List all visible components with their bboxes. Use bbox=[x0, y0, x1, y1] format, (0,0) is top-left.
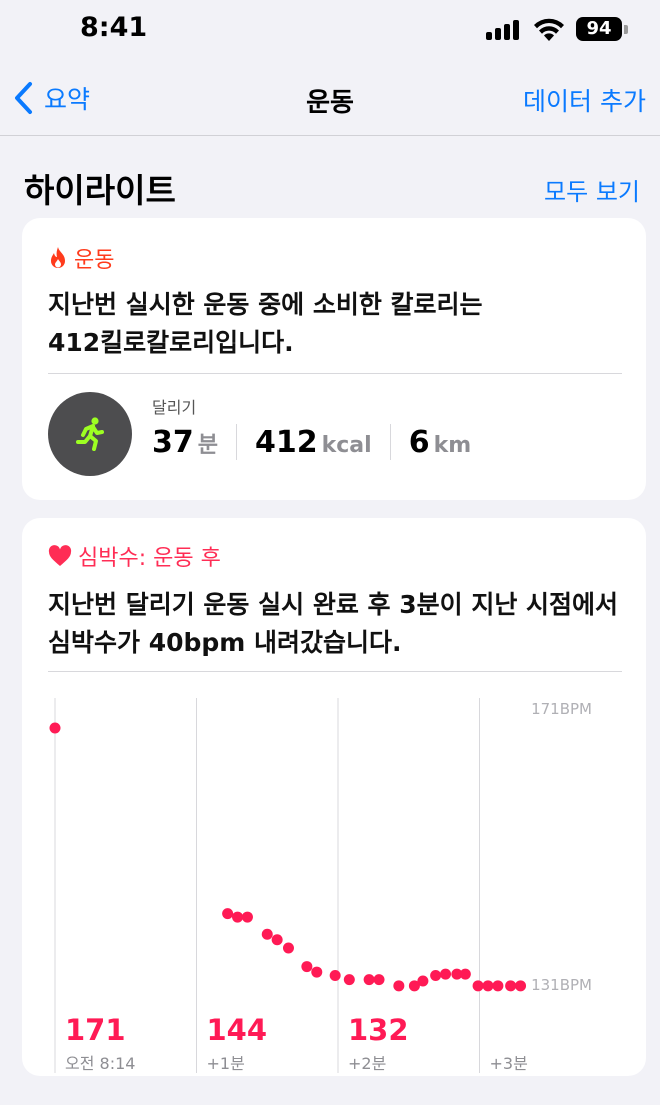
divider bbox=[48, 373, 622, 374]
duration-value: 37 bbox=[152, 424, 194, 460]
workout-highlight-line2: 412킬로칼로리입니다. bbox=[48, 328, 294, 357]
chart-point bbox=[282, 942, 294, 954]
chart-point bbox=[492, 980, 504, 992]
heart-rate-highlight-line1: 지난번 달리기 운동 실시 완료 후 3분이 지난 시점에서 bbox=[48, 590, 619, 619]
cellular-signal-icon bbox=[486, 20, 522, 40]
metric-divider bbox=[236, 424, 237, 460]
heart-rate-chart: 171BPM 131BPM 171 144 132 오전 8:14 +1분 +2분 +3분 bbox=[49, 698, 592, 1073]
chart-y-min-label: 131BPM bbox=[531, 976, 592, 994]
chart-point bbox=[459, 968, 471, 980]
metric-divider bbox=[389, 424, 391, 460]
chart-point bbox=[472, 980, 484, 992]
chart-y-max-label: 171BPM bbox=[531, 700, 592, 718]
chart-point bbox=[301, 961, 313, 973]
heart-rate-recovery-card[interactable]: 심박수: 운동 후 지난번 달리기 운동 실시 완료 후 3분이 지난 시점에서… bbox=[22, 518, 646, 1076]
chart-point bbox=[373, 974, 385, 986]
chart-x-tick-label: +1분 bbox=[207, 1054, 245, 1073]
chart-point bbox=[515, 980, 527, 992]
flame-icon bbox=[51, 247, 65, 268]
duration-metric: 37 분 bbox=[152, 425, 218, 460]
battery-nub bbox=[624, 25, 628, 34]
chart-point bbox=[417, 975, 429, 987]
see-all-button[interactable]: 모두 보기 bbox=[544, 172, 640, 207]
chart-point bbox=[482, 980, 494, 992]
highlights-heading: 하이라이트 bbox=[24, 171, 176, 210]
workout-category-label: 운동 bbox=[48, 242, 114, 274]
chart-point bbox=[261, 928, 273, 940]
chart-point bbox=[241, 911, 253, 923]
chart-value-label: 171 bbox=[65, 1013, 126, 1047]
chart-value-label: 132 bbox=[348, 1013, 409, 1047]
chart-point bbox=[393, 980, 405, 992]
status-bar: 8:41 94 bbox=[0, 0, 660, 60]
heart-rate-highlight-text: 지난번 달리기 운동 실시 완료 후 3분이 지난 시점에서 심박수가 40bp… bbox=[48, 586, 628, 662]
chart-point bbox=[343, 974, 355, 986]
chart-point bbox=[363, 974, 375, 986]
wifi-icon bbox=[534, 18, 564, 41]
chart-x-tick-label: 오전 8:14 bbox=[65, 1054, 135, 1073]
chart-point bbox=[505, 980, 517, 992]
chart-point bbox=[329, 970, 341, 981]
calories-unit: kcal bbox=[321, 432, 372, 458]
chart-point bbox=[311, 966, 323, 978]
calories-value: 412 bbox=[255, 424, 318, 460]
heart-rate-highlight-line2: 심박수가 40bpm 내려갔습니다. bbox=[48, 628, 402, 657]
distance-unit: km bbox=[433, 432, 472, 458]
chart-point bbox=[49, 722, 61, 734]
divider bbox=[48, 671, 622, 672]
duration-unit: 분 bbox=[197, 432, 218, 458]
distance-metric: 6 km bbox=[409, 425, 471, 460]
distance-value: 6 bbox=[408, 424, 430, 460]
chart-point bbox=[222, 908, 234, 920]
workout-category-text: 운동 bbox=[74, 248, 115, 273]
heart-icon bbox=[48, 545, 72, 566]
chart-x-tick-label: +2분 bbox=[348, 1054, 386, 1073]
workout-type-label: 달리기 bbox=[152, 398, 197, 417]
chart-point bbox=[271, 934, 283, 946]
navigation-bar: 요약 운동 데이터 추가 bbox=[0, 60, 660, 136]
status-time: 8:41 bbox=[80, 12, 148, 43]
battery-icon: 94 bbox=[576, 17, 622, 41]
chart-point bbox=[440, 968, 452, 980]
chart-x-tick-label: +3분 bbox=[490, 1054, 528, 1073]
calories-metric: 412 kcal bbox=[255, 425, 372, 460]
workout-metrics: 37 분 412 kcal 6 km bbox=[152, 420, 471, 464]
heart-rate-category-label: 심박수: 운동 후 bbox=[48, 540, 221, 572]
chart-value-label: 144 bbox=[207, 1013, 268, 1047]
running-figure-icon bbox=[48, 392, 132, 476]
heart-rate-category-text: 심박수: 운동 후 bbox=[78, 546, 221, 571]
workout-highlight-line1: 지난번 실시한 운동 중에 소비한 칼로리는 bbox=[48, 290, 483, 319]
chart-point bbox=[430, 970, 442, 981]
workout-highlight-card[interactable]: 운동 지난번 실시한 운동 중에 소비한 칼로리는 412킬로칼로리입니다. 달… bbox=[22, 218, 646, 500]
add-data-button[interactable]: 데이터 추가 bbox=[523, 82, 646, 118]
chart-point bbox=[232, 911, 244, 923]
workout-highlight-text: 지난번 실시한 운동 중에 소비한 칼로리는 412킬로칼로리입니다. bbox=[48, 286, 628, 362]
